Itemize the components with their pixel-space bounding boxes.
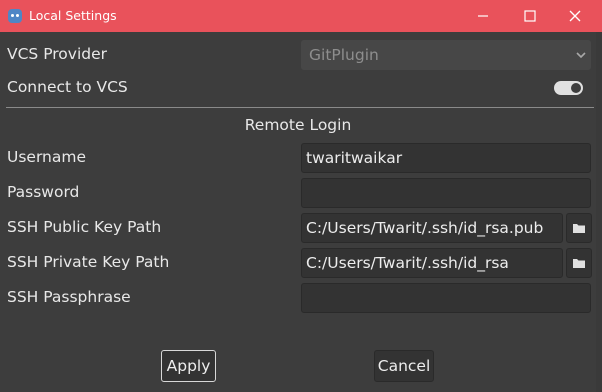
connect-vcs-toggle[interactable] (554, 81, 583, 95)
minimize-icon (478, 15, 488, 17)
vcs-provider-label: VCS Provider (7, 45, 108, 63)
title-bar: Local Settings (0, 0, 602, 32)
password-field-box (301, 178, 591, 208)
vcs-provider-value: GitPlugin (309, 46, 379, 64)
ssh-private-key-field-box (301, 248, 563, 278)
username-field-box (301, 143, 591, 173)
app-icon (8, 9, 22, 23)
vcs-provider-select[interactable]: GitPlugin (301, 40, 591, 70)
chevron-down-icon (576, 52, 586, 59)
remote-login-title: Remote Login (244, 116, 352, 134)
toggle-knob (571, 83, 581, 93)
ssh-public-key-label: SSH Public Key Path (7, 218, 162, 236)
maximize-icon (524, 10, 536, 22)
close-button[interactable] (552, 0, 598, 32)
divider (6, 107, 594, 108)
ssh-public-key-field-box (301, 213, 563, 243)
connect-vcs-label: Connect to VCS (7, 78, 128, 96)
ssh-private-key-field[interactable] (302, 249, 562, 277)
username-label: Username (7, 148, 87, 166)
close-icon (569, 10, 581, 22)
browse-private-key-button[interactable] (566, 248, 592, 278)
minimize-button[interactable] (460, 0, 506, 32)
folder-icon (573, 259, 585, 268)
ssh-private-key-label: SSH Private Key Path (7, 253, 170, 271)
ssh-public-key-field[interactable] (302, 214, 562, 242)
apply-button[interactable]: Apply (161, 350, 216, 382)
ssh-passphrase-label: SSH Passphrase (7, 288, 131, 306)
window-edge (596, 32, 602, 392)
username-field[interactable] (302, 144, 590, 172)
settings-panel: VCS Provider GitPlugin Connect to VCS Re… (0, 32, 602, 392)
maximize-button[interactable] (507, 0, 553, 32)
password-field[interactable] (302, 179, 590, 207)
ssh-passphrase-field[interactable] (302, 284, 590, 312)
ssh-passphrase-field-box (301, 283, 591, 313)
password-label: Password (7, 183, 80, 201)
window-title: Local Settings (29, 8, 117, 23)
browse-public-key-button[interactable] (566, 213, 592, 243)
cancel-button[interactable]: Cancel (374, 350, 434, 382)
folder-icon (573, 224, 585, 233)
